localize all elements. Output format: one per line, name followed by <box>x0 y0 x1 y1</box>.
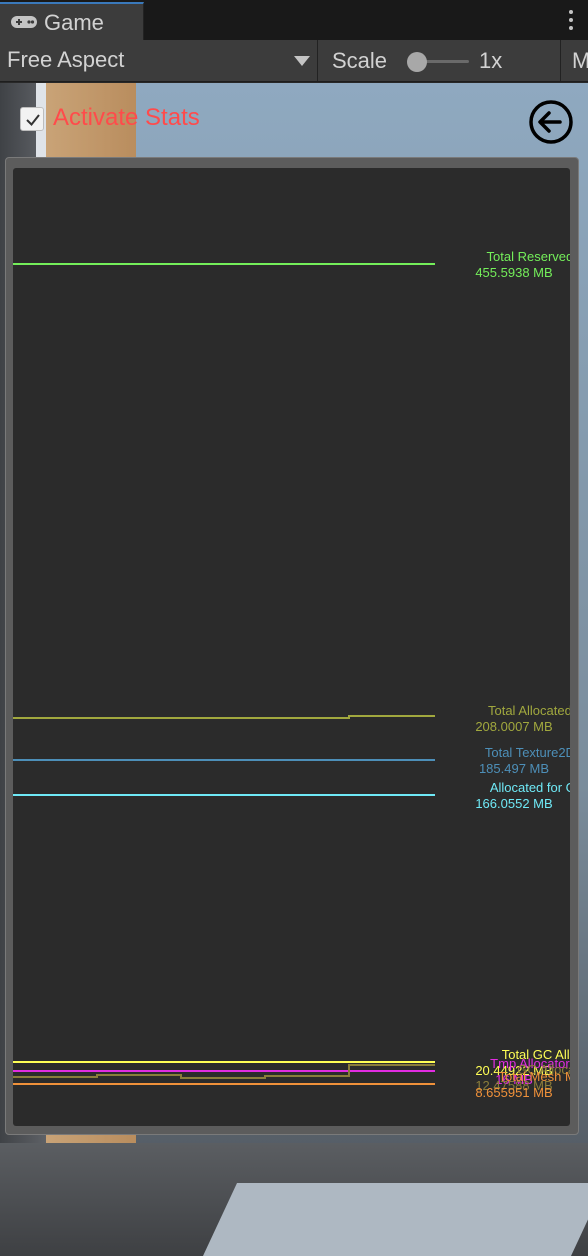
aspect-dropdown[interactable]: Free Aspect <box>0 40 318 81</box>
toolbar-truncated-item[interactable]: M <box>572 48 588 74</box>
chevron-down-icon <box>294 56 310 66</box>
series-1: Total Allocated Memory:208.0007 MB <box>13 703 570 734</box>
series-2: Total Texture2D Memory:185.497 MB <box>13 745 570 776</box>
activate-stats-label[interactable]: Activate Stats <box>53 104 200 132</box>
series-value-label: 166.0552 MB <box>475 796 552 811</box>
memory-graph-svg: Total Reserved Memory:455.5938 MB Total A… <box>13 249 570 1100</box>
series-value-label: 455.5938 MB <box>475 265 552 280</box>
series-name: Total Mesh Memory: <box>498 1069 570 1084</box>
more-options-icon[interactable] <box>568 10 574 32</box>
series-0: Total Reserved Memory:455.5938 MB <box>13 249 570 280</box>
scale-label: Scale <box>332 48 388 73</box>
series-value-label: 8.655951 MB <box>475 1085 552 1100</box>
tab-title: Game <box>44 10 104 35</box>
series-name: Allocated for GfxDriver: <box>490 780 570 795</box>
back-arrow-icon[interactable] <box>526 100 576 144</box>
gamepad-icon <box>11 16 37 28</box>
aspect-value: Free Aspect <box>7 47 125 72</box>
tab-game[interactable]: Game <box>0 2 144 40</box>
series-value-label: 185.497 MB <box>479 761 549 776</box>
checkmark-icon <box>26 114 40 127</box>
game-toolbar: Free Aspect Scale 1x M <box>0 40 588 82</box>
series-name: Total Reserved Memory: <box>487 249 570 264</box>
window-tab-bar: Game <box>0 0 588 40</box>
series-name: Total Allocated Memory: <box>488 703 570 718</box>
series-value-label: 208.0007 MB <box>475 719 552 734</box>
series-3: Allocated for GfxDriver:166.0552 MB <box>13 780 570 811</box>
series-line <box>13 715 435 719</box>
memory-graph: Total Reserved Memory:455.5938 MB Total A… <box>13 168 570 1126</box>
scale-control: Scale 1x <box>319 40 561 81</box>
activate-stats-checkbox[interactable] <box>20 107 44 131</box>
series-name: Total Texture2D Memory: <box>485 745 570 760</box>
series-4: Total GC Allocated:20.44922 MB <box>13 1047 570 1078</box>
scale-value: 1x <box>479 48 503 73</box>
scale-slider-handle[interactable] <box>407 52 427 72</box>
scene-ground-plane <box>202 1183 588 1256</box>
